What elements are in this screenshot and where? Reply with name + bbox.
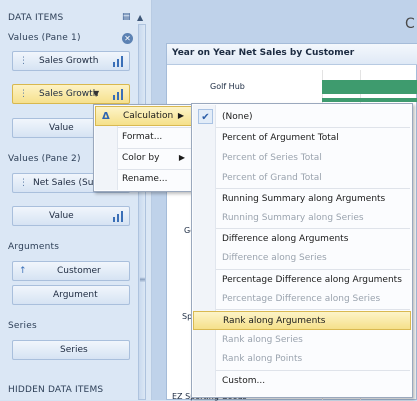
menu-item-label: Rename... <box>122 174 168 184</box>
calc-option-difference-arguments[interactable]: Difference along Arguments <box>193 230 411 249</box>
calc-option-running-summary-arguments[interactable]: Running Summary along Arguments <box>193 190 411 209</box>
series-placeholder[interactable]: Series <box>12 340 130 360</box>
data-items-header: DATA ITEMS <box>8 13 64 23</box>
menu-item-label: Calculation <box>123 111 174 121</box>
calc-option-rank-points[interactable]: Rank along Points <box>193 350 411 369</box>
calc-option-none[interactable]: ✔ (None) <box>193 108 411 127</box>
menu-item-label: Format... <box>122 132 163 142</box>
category-label: Golf Hub <box>210 82 245 91</box>
hidden-data-items-label: HIDDEN DATA ITEMS <box>8 385 104 395</box>
menu-item-label: Color by <box>122 153 160 163</box>
grip-icon: ⋮ <box>19 89 28 99</box>
value-placeholder-2[interactable]: Value <box>12 206 130 226</box>
calc-option-percent-argument-total[interactable]: Percent of Argument Total <box>193 129 411 148</box>
menu-item-label: (None) <box>222 112 253 122</box>
argument-placeholder[interactable]: Argument <box>12 285 130 305</box>
menu-item-label: Running Summary along Series <box>222 213 364 223</box>
calc-option-custom[interactable]: Custom... <box>193 372 411 391</box>
arguments-label: Arguments <box>8 242 60 252</box>
scrollbar-grip-icon: ≡ <box>139 275 146 284</box>
values-pane2-label: Values (Pane 2) <box>8 154 81 164</box>
menu-item-label: Rank along Arguments <box>223 316 326 326</box>
item-label: Value <box>49 123 74 133</box>
menu-item-label: Rank along Series <box>222 335 303 345</box>
value-item-sales-growth-selected[interactable]: ⋮ Sales Growth ▼ <box>12 84 130 104</box>
bar-chart-icon[interactable] <box>113 89 123 100</box>
calc-option-rank-series[interactable]: Rank along Series <box>193 331 411 350</box>
menu-item-color-by[interactable]: Color by ▶ <box>95 149 193 169</box>
calculation-icon: Δ <box>102 111 110 122</box>
submenu-arrow-icon: ▶ <box>178 153 185 162</box>
menu-separator <box>216 228 410 229</box>
menu-separator <box>216 188 410 189</box>
menu-item-label: Percentage Difference along Arguments <box>222 275 402 285</box>
calculation-submenu: ✔ (None) Percent of Argument Total Perce… <box>191 103 413 398</box>
item-label: Argument <box>53 290 98 300</box>
value-item-sales-growth[interactable]: ⋮ Sales Growth <box>12 51 130 71</box>
chevron-down-icon[interactable]: ▼ <box>93 89 99 98</box>
submenu-arrow-icon: ▶ <box>177 111 184 120</box>
calc-option-percent-series-total[interactable]: Percent of Series Total <box>193 149 411 168</box>
calc-option-running-summary-series[interactable]: Running Summary along Series <box>193 209 411 228</box>
menu-item-label: Custom... <box>222 376 266 386</box>
bar-chart-icon[interactable] <box>113 56 123 67</box>
item-label: Sales Growth <box>39 56 99 66</box>
item-label: Series <box>60 345 88 355</box>
calc-option-difference-series[interactable]: Difference along Series <box>193 249 411 268</box>
chart-bar[interactable] <box>322 80 417 94</box>
menu-separator <box>216 370 410 371</box>
chart-bar[interactable] <box>322 98 417 102</box>
item-label: Value <box>49 211 74 221</box>
menu-item-label: Running Summary along Arguments <box>222 194 386 204</box>
menu-separator <box>216 127 410 128</box>
menu-item-calculation[interactable]: Δ Calculation ▶ <box>95 106 193 126</box>
menu-item-label: Difference along Series <box>222 253 327 263</box>
menu-item-label: Percentage Difference along Series <box>222 294 381 304</box>
dashboard-title-partial: C <box>405 16 415 32</box>
remove-pane-icon[interactable]: ✕ <box>122 33 133 44</box>
menu-separator <box>216 269 410 270</box>
menu-item-rename[interactable]: Rename... <box>95 170 193 190</box>
series-label: Series <box>8 321 37 331</box>
grip-icon: ⋮ <box>19 56 28 66</box>
grip-icon: ⋮ <box>19 178 28 188</box>
scrollbar-thumb[interactable] <box>138 24 146 400</box>
menu-item-label: Rank along Points <box>222 354 303 364</box>
calc-option-percentage-difference-series[interactable]: Percentage Difference along Series <box>193 290 411 309</box>
menu-item-format[interactable]: Format... <box>95 128 193 148</box>
scroll-up-icon[interactable]: ▲ <box>137 13 143 22</box>
menu-separator <box>216 309 410 310</box>
calc-option-rank-arguments[interactable]: Rank along Arguments <box>193 311 411 330</box>
chart-title: Year on Year Net Sales by Customer <box>172 48 355 58</box>
item-label: Sales Growth <box>39 89 99 99</box>
bar-chart-icon[interactable] <box>113 211 123 222</box>
checkmark-icon: ✔ <box>198 109 213 124</box>
menu-item-label: Percent of Argument Total <box>222 133 339 143</box>
sort-ascending-icon[interactable]: ↑ <box>19 266 27 277</box>
calc-option-percentage-difference-arguments[interactable]: Percentage Difference along Arguments <box>193 271 411 290</box>
menu-item-label: Difference along Arguments <box>222 234 349 244</box>
argument-item-customer[interactable]: ↑ Customer <box>12 261 130 281</box>
context-menu: Δ Calculation ▶ Format... Color by ▶ Ren… <box>93 104 195 192</box>
menu-item-label: Percent of Series Total <box>222 153 322 163</box>
item-label: Customer <box>57 266 101 276</box>
menu-item-label: Percent of Grand Total <box>222 173 322 183</box>
values-pane1-label: Values (Pane 1) <box>8 33 81 43</box>
chart-settings-icon[interactable]: ▤ <box>122 12 131 22</box>
data-items-panel: DATA ITEMS ▤ Values (Pane 1) ✕ ⋮ Sales G… <box>0 0 152 400</box>
calc-option-percent-grand-total[interactable]: Percent of Grand Total <box>193 169 411 188</box>
